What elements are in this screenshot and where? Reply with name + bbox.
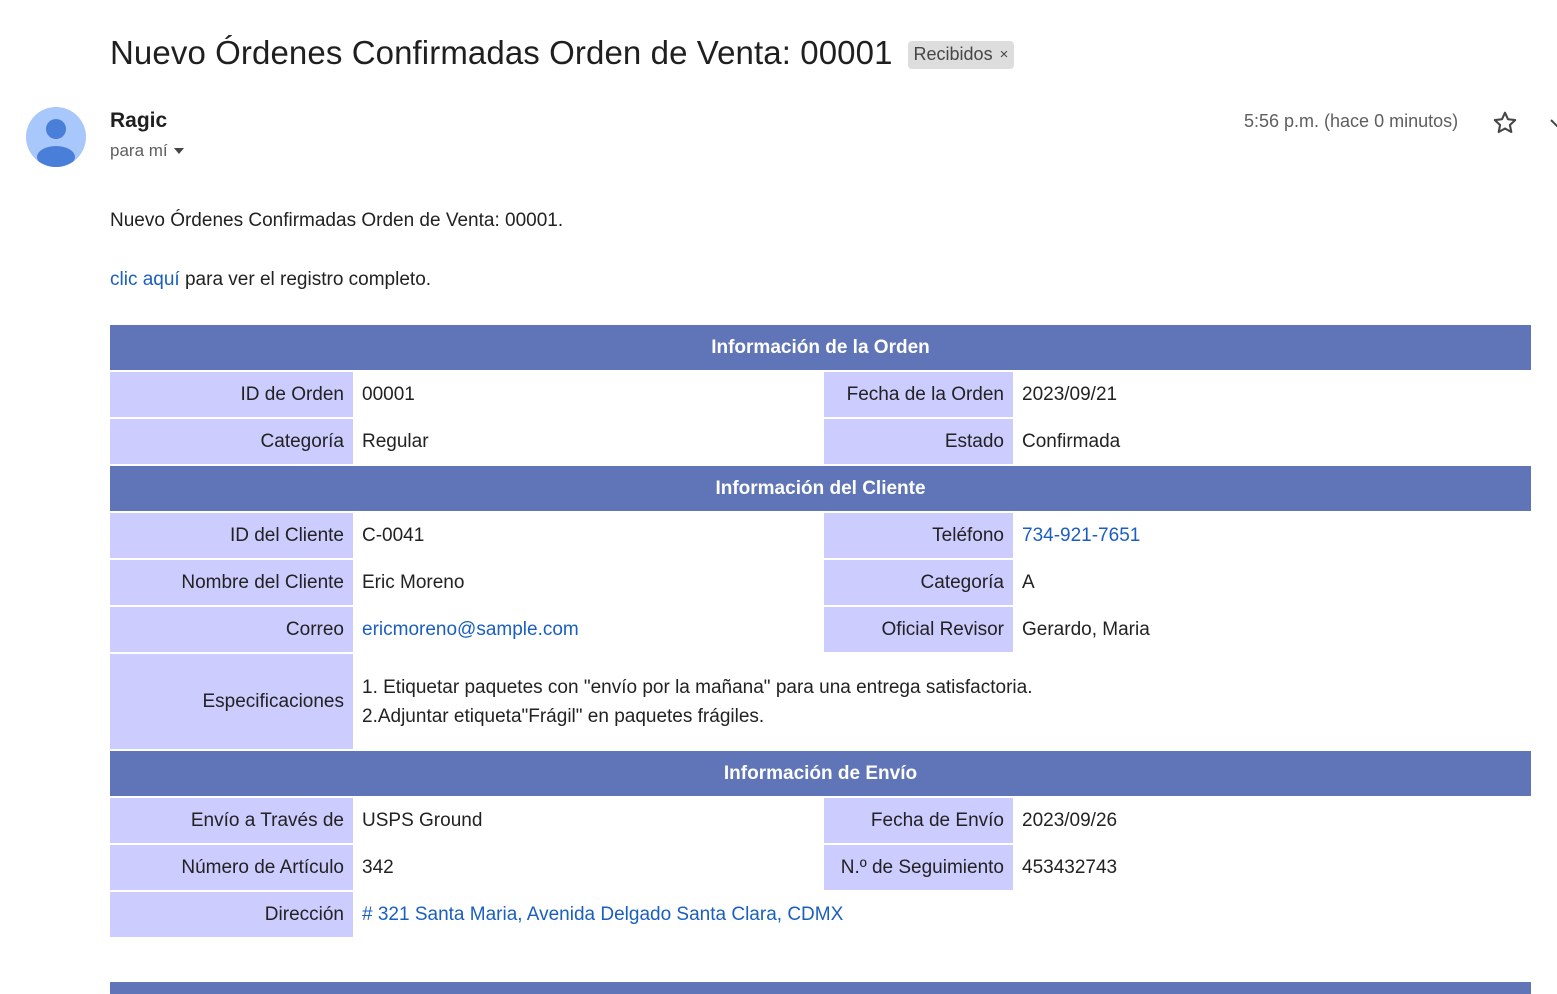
sender-avatar[interactable] (26, 107, 86, 167)
table-row: Nombre del Cliente Eric Moreno Categoría… (110, 560, 1531, 607)
field-label: Número de Artículo (110, 845, 355, 892)
order-id-value: 00001 (355, 372, 824, 419)
field-label: Envío a Través de (110, 798, 355, 845)
order-category-value: Regular (355, 419, 824, 466)
customer-email-link[interactable]: ericmoreno@sample.com (362, 619, 579, 640)
section-header-customer: Información del Cliente (110, 466, 1531, 513)
spec-line-1: 1. Etiquetar paquetes con "envío por la … (362, 676, 1033, 698)
field-label: Fecha de la Orden (824, 372, 1015, 419)
spec-line-2: 2.Adjuntar etiqueta"Frágil" en paquetes … (362, 705, 765, 727)
email-timestamp: 5:56 p.m. (hace 0 minutos) (1244, 111, 1459, 131)
sender-name[interactable]: Ragic (110, 109, 167, 133)
tracking-value: 453432743 (1015, 845, 1531, 892)
inbox-label-chip[interactable]: Recibidos × (907, 41, 1015, 69)
customer-id-value: C-0041 (355, 513, 824, 560)
order-status-value: Confirmada (1015, 419, 1531, 466)
section-row: Información del Cliente (110, 466, 1531, 513)
next-section-header (110, 982, 1531, 994)
email-intro-text: Nuevo Órdenes Confirmadas Orden de Venta… (110, 210, 564, 231)
remove-label-icon[interactable]: × (1000, 46, 1009, 63)
table-row: Correo ericmoreno@sample.com Oficial Rev… (110, 607, 1531, 654)
phone-link[interactable]: 734-921-7651 (1022, 525, 1140, 546)
view-record-link[interactable]: clic aquí (110, 269, 180, 290)
field-label: Teléfono (824, 513, 1015, 560)
field-label: Especificaciones (110, 654, 355, 751)
person-icon (37, 119, 75, 167)
view-record-link-suffix: para ver el registro completo. (179, 269, 432, 290)
customer-name-value: Eric Moreno (355, 560, 824, 607)
address-cell: # 321 Santa Maria, Avenida Delgado Santa… (355, 892, 1531, 939)
field-label: Fecha de Envío (824, 798, 1015, 845)
section-header-order: Información de la Orden (110, 325, 1531, 372)
email-cell: ericmoreno@sample.com (355, 607, 824, 654)
recipient-text: para mí (110, 141, 168, 160)
item-number-value: 342 (355, 845, 824, 892)
address-link[interactable]: # 321 Santa Maria, Avenida Delgado Santa… (362, 904, 843, 925)
customer-category-value: A (1015, 560, 1531, 607)
field-label: Oficial Revisor (824, 607, 1015, 654)
recipient-details[interactable]: para mí (110, 141, 184, 161)
ship-via-value: USPS Ground (355, 798, 824, 845)
inbox-label-text: Recibidos (913, 44, 993, 64)
section-row: Información de Envío (110, 751, 1531, 798)
chevron-down-icon[interactable] (173, 148, 184, 154)
specifications-value: 1. Etiquetar paquetes con "envío por la … (355, 654, 1531, 751)
reviewer-value: Gerardo, Maria (1015, 607, 1531, 654)
field-label: ID del Cliente (110, 513, 355, 560)
phone-cell: 734-921-7651 (1015, 513, 1531, 560)
email-view: Nuevo Órdenes Confirmadas Orden de Venta… (0, 0, 1557, 994)
section-header-shipping: Información de Envío (110, 751, 1531, 798)
field-label: Estado (824, 419, 1015, 466)
section-row: Información de la Orden (110, 325, 1531, 372)
record-link-line: clic aquí para ver el registro completo. (110, 269, 431, 291)
table-row: ID de Orden 00001 Fecha de la Orden 2023… (110, 372, 1531, 419)
field-label: Categoría (824, 560, 1015, 607)
table-row: Especificaciones 1. Etiquetar paquetes c… (110, 654, 1531, 751)
email-subject-row: Nuevo Órdenes Confirmadas Orden de Venta… (110, 34, 1015, 72)
table-row: ID del Cliente C-0041 Teléfono 734-921-7… (110, 513, 1531, 560)
field-label: N.º de Seguimiento (824, 845, 1015, 892)
field-label: ID de Orden (110, 372, 355, 419)
order-date-value: 2023/09/21 (1015, 372, 1531, 419)
table-row: Dirección # 321 Santa Maria, Avenida Del… (110, 892, 1531, 939)
ship-date-value: 2023/09/26 (1015, 798, 1531, 845)
field-label: Categoría (110, 419, 355, 466)
email-subject: Nuevo Órdenes Confirmadas Orden de Venta… (110, 34, 893, 71)
order-record-table: Información de la Orden ID de Orden 0000… (110, 325, 1531, 939)
field-label: Nombre del Cliente (110, 560, 355, 607)
star-icon[interactable] (1491, 109, 1519, 137)
more-options-icon[interactable] (1550, 116, 1557, 130)
table-row: Categoría Regular Estado Confirmada (110, 419, 1531, 466)
table-row: Número de Artículo 342 N.º de Seguimient… (110, 845, 1531, 892)
field-label: Dirección (110, 892, 355, 939)
table-row: Envío a Través de USPS Ground Fecha de E… (110, 798, 1531, 845)
field-label: Correo (110, 607, 355, 654)
